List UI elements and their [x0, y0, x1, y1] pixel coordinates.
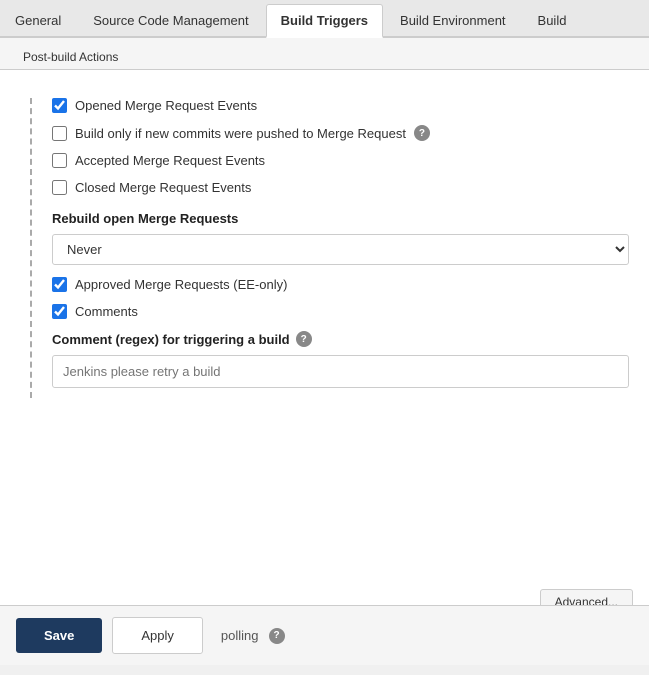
label-approved-merge[interactable]: Approved Merge Requests (EE-only) [75, 277, 287, 292]
tab-build[interactable]: Build [523, 4, 582, 36]
checkbox-closed-merge[interactable] [52, 180, 67, 195]
comment-regex-label-row: Comment (regex) for triggering a build ? [52, 331, 629, 347]
checkbox-opened-merge[interactable] [52, 98, 67, 113]
save-button[interactable]: Save [16, 618, 102, 653]
sub-tab-bar: Post-build Actions [0, 38, 649, 70]
tab-source-code[interactable]: Source Code Management [78, 4, 263, 36]
comment-regex-label: Comment (regex) for triggering a build [52, 332, 290, 347]
help-icon-comment-regex[interactable]: ? [296, 331, 312, 347]
apply-button[interactable]: Apply [112, 617, 203, 654]
checkbox-row-comments: Comments [52, 304, 629, 319]
help-icon-polling[interactable]: ? [269, 628, 285, 644]
checkbox-row-opened-merge: Opened Merge Request Events [52, 98, 629, 113]
checkbox-approved-merge[interactable] [52, 277, 67, 292]
label-comments[interactable]: Comments [75, 304, 138, 319]
rebuild-dropdown[interactable]: Never Always On push [52, 234, 629, 265]
comment-regex-input[interactable] [52, 355, 629, 388]
checkbox-comments[interactable] [52, 304, 67, 319]
tab-build-environment[interactable]: Build Environment [385, 4, 521, 36]
help-icon-new-commits[interactable]: ? [414, 125, 430, 141]
tab-build-triggers[interactable]: Build Triggers [266, 4, 383, 38]
triggers-section: Opened Merge Request Events Build only i… [30, 98, 629, 398]
checkbox-row-new-commits: Build only if new commits were pushed to… [52, 125, 629, 141]
sub-tab-post-build[interactable]: Post-build Actions [10, 44, 131, 69]
tab-bar: General Source Code Management Build Tri… [0, 0, 649, 38]
main-content: Opened Merge Request Events Build only i… [0, 70, 649, 665]
checkbox-accepted-merge[interactable] [52, 153, 67, 168]
checkbox-new-commits[interactable] [52, 126, 67, 141]
label-opened-merge[interactable]: Opened Merge Request Events [75, 98, 257, 113]
never-dropdown-row: Never Always On push [52, 234, 629, 265]
tab-general[interactable]: General [0, 4, 76, 36]
rebuild-section-header: Rebuild open Merge Requests [52, 211, 629, 226]
checkbox-row-accepted-merge: Accepted Merge Request Events [52, 153, 629, 168]
partial-text: polling [221, 628, 259, 643]
checkbox-row-approved-merge: Approved Merge Requests (EE-only) [52, 277, 629, 292]
bottom-bar: Save Apply polling ? [0, 605, 649, 665]
label-accepted-merge[interactable]: Accepted Merge Request Events [75, 153, 265, 168]
label-closed-merge[interactable]: Closed Merge Request Events [75, 180, 251, 195]
label-new-commits[interactable]: Build only if new commits were pushed to… [75, 126, 406, 141]
checkbox-row-closed-merge: Closed Merge Request Events [52, 180, 629, 195]
